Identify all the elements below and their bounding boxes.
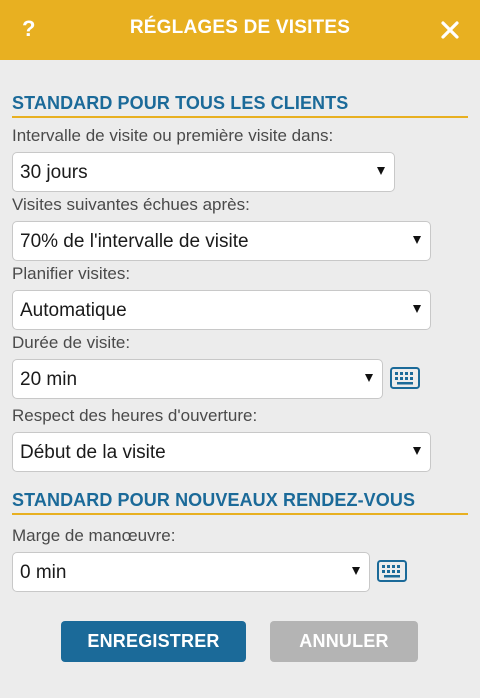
chevron-down-icon (352, 567, 360, 575)
margin-select[interactable]: 0 min (12, 552, 370, 592)
hours-select[interactable]: Début de la visite (12, 432, 431, 472)
interval-select[interactable]: 30 jours (12, 152, 395, 192)
dialog-header: ? RÉGLAGES DE VISITES (0, 0, 480, 60)
hours-value: Début de la visite (20, 442, 166, 463)
close-icon[interactable] (438, 18, 462, 42)
keyboard-icon[interactable] (390, 367, 420, 389)
section-title-clients: STANDARD POUR TOUS LES CLIENTS (12, 93, 468, 118)
cancel-button[interactable]: ANNULER (270, 621, 418, 662)
chevron-down-icon (377, 167, 385, 175)
duration-label: Durée de visite: (12, 333, 131, 352)
chevron-down-icon (413, 447, 421, 455)
section-title-appointments: STANDARD POUR NOUVEAUX RENDEZ-VOUS (12, 490, 468, 515)
margin-label: Marge de manœuvre: (12, 526, 176, 545)
hours-label: Respect des heures d'ouverture: (12, 406, 258, 425)
plan-label: Planifier visites: (12, 264, 131, 283)
plan-value: Automatique (20, 300, 127, 321)
chevron-down-icon (365, 374, 373, 382)
duration-select[interactable]: 20 min (12, 359, 383, 399)
dialog-title: RÉGLAGES DE VISITES (129, 17, 351, 38)
chevron-down-icon (413, 236, 421, 244)
keyboard-icon[interactable] (377, 560, 407, 582)
due-label: Visites suivantes échues après: (12, 195, 250, 214)
chevron-down-icon (413, 305, 421, 313)
plan-select[interactable]: Automatique (12, 290, 431, 330)
due-value: 70% de l'intervalle de visite (20, 231, 249, 252)
margin-value: 0 min (20, 562, 67, 583)
interval-value: 30 jours (20, 162, 88, 183)
duration-value: 20 min (20, 369, 78, 390)
due-select[interactable]: 70% de l'intervalle de visite (12, 221, 431, 261)
interval-label: Intervalle de visite ou première visite … (12, 126, 334, 145)
save-button[interactable]: ENREGISTRER (61, 621, 246, 662)
